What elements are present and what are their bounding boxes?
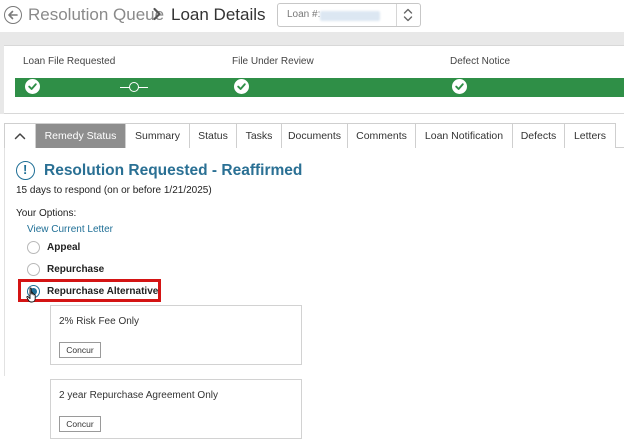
tab-comments[interactable]: Comments — [348, 123, 416, 148]
option-label-repurchase[interactable]: Repurchase — [47, 264, 104, 275]
check-icon — [25, 79, 40, 94]
check-icon — [234, 79, 249, 94]
loan-number-select[interactable]: Loan #: — [277, 3, 421, 27]
progress-bar — [15, 78, 624, 97]
stage-label-file-under-review: File Under Review — [232, 56, 314, 67]
tab-summary[interactable]: Summary — [126, 123, 190, 148]
check-icon — [452, 79, 467, 94]
radio-repurchase[interactable] — [27, 263, 40, 276]
select-divider — [396, 4, 397, 26]
alternative-title: 2% Risk Fee Only — [59, 316, 140, 327]
page-header: Resolution Queue Loan Details Loan #: — [0, 0, 624, 32]
back-arrow-icon[interactable] — [4, 6, 22, 24]
progress-step-dot — [129, 82, 139, 92]
stage-label-loan-file-requested: Loan File Requested — [23, 56, 116, 67]
option-label-appeal[interactable]: Appeal — [47, 242, 80, 253]
panel-border — [4, 148, 5, 376]
tab-documents[interactable]: Documents — [282, 123, 348, 148]
tab-tasks[interactable]: Tasks — [237, 123, 282, 148]
options-label: Your Options: — [16, 208, 77, 219]
collapse-chevron-up-icon[interactable] — [4, 123, 36, 148]
chevron-right-icon — [152, 6, 162, 27]
breadcrumb-resolution-queue[interactable]: Resolution Queue — [28, 5, 164, 25]
response-deadline: 15 days to respond (on or before 1/21/20… — [16, 185, 212, 196]
alternative-title: 2 year Repurchase Agreement Only — [59, 390, 218, 401]
option-label-repurchase-alternative[interactable]: Repurchase Alternative — [47, 286, 158, 297]
hand-pointer-icon — [26, 287, 39, 308]
loan-select-label: Loan #: — [287, 9, 321, 20]
view-current-letter-link[interactable]: View Current Letter — [27, 224, 113, 235]
tab-loan-notification[interactable]: Loan Notification — [416, 123, 513, 148]
tab-bar: Remedy Status Summary Status Tasks Docum… — [4, 123, 624, 148]
concur-button[interactable]: Concur — [59, 416, 101, 432]
stage-label-defect-notice: Defect Notice — [450, 56, 511, 67]
tab-letters[interactable]: Letters — [565, 123, 616, 148]
remedy-status-title: Resolution Requested - Reaffirmed — [44, 162, 303, 179]
concur-button[interactable]: Concur — [59, 342, 101, 358]
exclamation-circle-icon: ! — [16, 161, 35, 180]
redacted-loan-number — [320, 11, 380, 21]
radio-appeal[interactable] — [27, 241, 40, 254]
alternative-card-risk-fee: 2% Risk Fee Only Concur — [50, 305, 302, 365]
tab-defects[interactable]: Defects — [513, 123, 565, 148]
up-down-chevron-icon[interactable] — [401, 7, 415, 28]
alternative-card-repurchase-agreement: 2 year Repurchase Agreement Only Concur — [50, 379, 302, 439]
page-title: Loan Details — [171, 5, 266, 24]
tab-status[interactable]: Status — [190, 123, 237, 148]
tab-remedy-status[interactable]: Remedy Status — [36, 123, 126, 148]
